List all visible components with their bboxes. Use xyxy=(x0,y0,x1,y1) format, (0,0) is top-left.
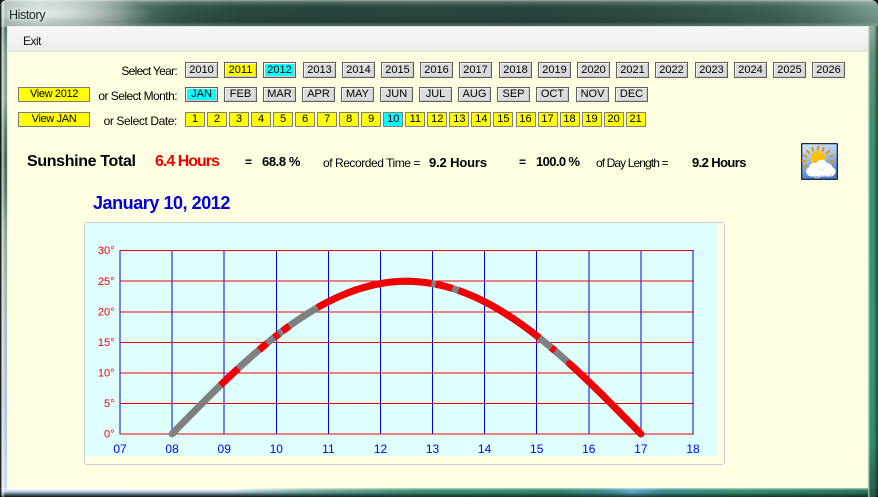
svg-text:0°: 0° xyxy=(104,428,115,440)
svg-text:30°: 30° xyxy=(98,245,115,257)
svg-text:18: 18 xyxy=(686,442,700,456)
svg-text:15°: 15° xyxy=(98,337,115,349)
svg-text:14: 14 xyxy=(478,442,492,456)
svg-text:15: 15 xyxy=(530,442,544,456)
svg-text:5°: 5° xyxy=(104,398,115,410)
svg-text:07: 07 xyxy=(113,442,127,456)
svg-text:25°: 25° xyxy=(98,276,115,288)
svg-text:10: 10 xyxy=(270,442,284,456)
svg-text:16: 16 xyxy=(582,442,596,456)
svg-text:20°: 20° xyxy=(98,306,115,318)
svg-text:13: 13 xyxy=(426,442,440,456)
svg-text:09: 09 xyxy=(218,442,232,456)
svg-text:10°: 10° xyxy=(98,367,115,379)
svg-text:17: 17 xyxy=(634,442,648,456)
svg-text:11: 11 xyxy=(322,442,335,456)
svg-text:12: 12 xyxy=(374,442,388,456)
svg-text:08: 08 xyxy=(165,442,179,456)
